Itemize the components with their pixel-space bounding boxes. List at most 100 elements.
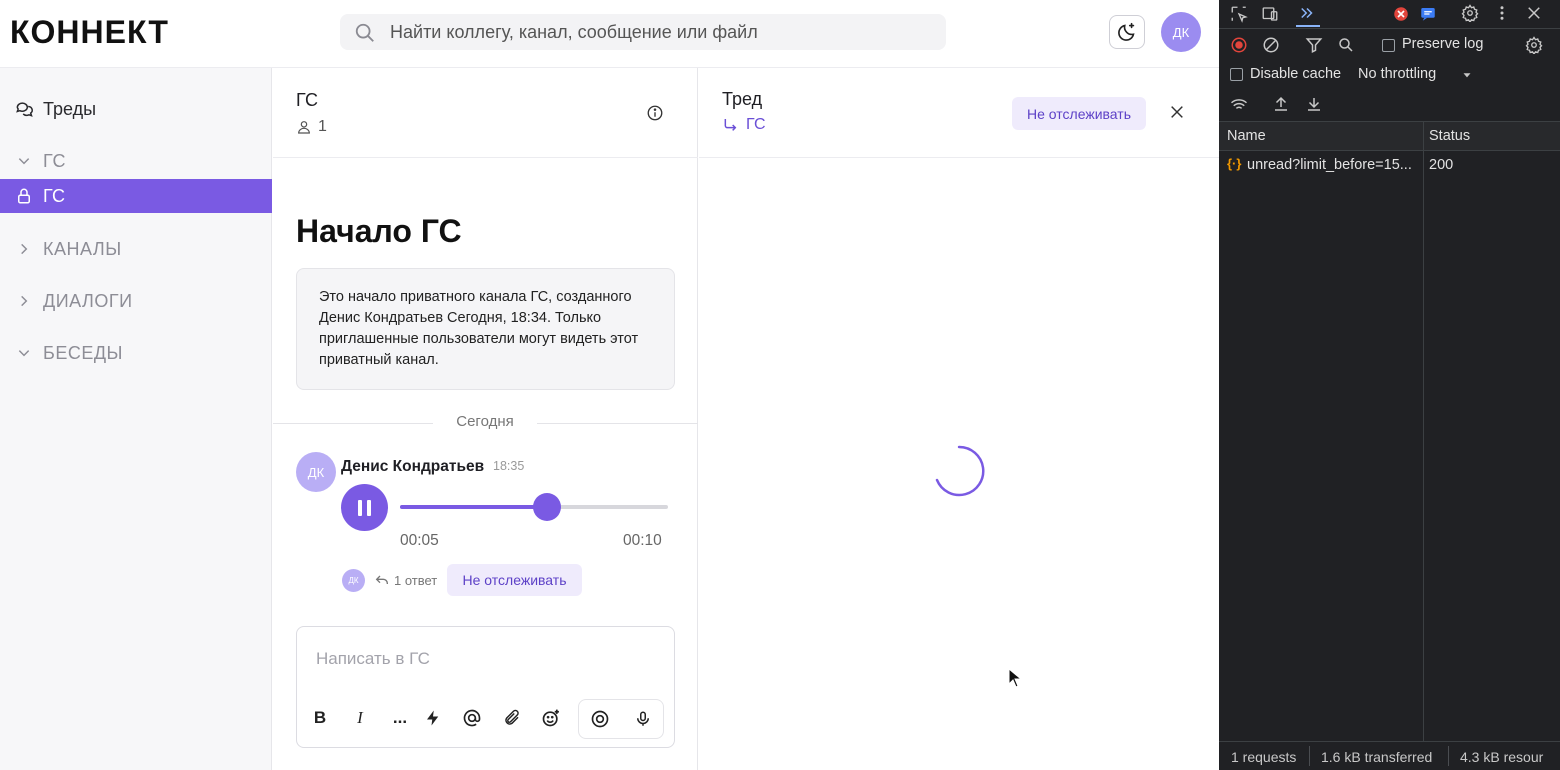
- sidebar-group-label: ГС: [43, 150, 66, 171]
- reply-count-link[interactable]: 1 ответ: [394, 573, 437, 588]
- sidebar-section-conversations[interactable]: БЕСЕДЫ: [0, 336, 272, 370]
- thread-title: Тред: [722, 89, 763, 109]
- chevron-right-icon: [14, 291, 34, 311]
- user-avatar[interactable]: ДК: [1161, 12, 1201, 52]
- channel-start-title: Начало ГС: [296, 213, 462, 249]
- member-count-value: 1: [318, 118, 327, 135]
- mention-icon[interactable]: [461, 707, 483, 729]
- column-status[interactable]: Status: [1429, 128, 1470, 144]
- search-icon[interactable]: [1337, 36, 1355, 54]
- sidebar-section-label: ДИАЛОГИ: [43, 290, 133, 311]
- audio-progress-thumb[interactable]: [533, 493, 562, 521]
- disable-cache-label: Disable cache: [1250, 66, 1342, 82]
- reply-avatar: ДК: [342, 569, 365, 592]
- upload-icon[interactable]: [1272, 95, 1290, 113]
- date-divider: Сегодня: [433, 413, 537, 430]
- video-record-icon[interactable]: [589, 708, 611, 730]
- message-composer[interactable]: Написать в ГС B I ...: [296, 626, 675, 748]
- sidebar-group-gs[interactable]: ГС: [0, 144, 272, 178]
- network-actions-row: [1219, 90, 1560, 120]
- attachment-icon[interactable]: [501, 707, 523, 729]
- dropdown-arrow-icon: [1463, 73, 1471, 78]
- disable-cache-checkbox[interactable]: [1230, 68, 1243, 81]
- chevron-down-icon: [14, 343, 34, 363]
- column-name[interactable]: Name: [1227, 128, 1266, 144]
- network-summary-bar: 1 requests 1.6 kB transferred 4.3 kB res…: [1219, 741, 1560, 770]
- italic-button[interactable]: I: [349, 707, 371, 729]
- lightning-icon[interactable]: [422, 707, 444, 729]
- more-formatting-button[interactable]: ...: [389, 707, 411, 729]
- device-toolbar-icon[interactable]: [1261, 5, 1279, 23]
- settings-gear-icon[interactable]: [1461, 4, 1479, 22]
- unfollow-button[interactable]: Не отслеживать: [1012, 97, 1146, 130]
- thread-panel: Тред ГС Не отслеживать: [699, 68, 1219, 770]
- audio-progress-fill: [400, 505, 548, 509]
- sidebar-section-channels[interactable]: КАНАЛЫ: [0, 232, 272, 266]
- request-status: 200: [1429, 157, 1454, 173]
- sidebar-section-label: КАНАЛЫ: [43, 238, 122, 259]
- download-icon[interactable]: [1305, 95, 1323, 113]
- thread-channel-name: ГС: [746, 116, 766, 133]
- date-divider-line: [537, 423, 698, 424]
- more-tabs-icon[interactable]: [1298, 4, 1316, 22]
- composer-toolbar: B I ...: [297, 697, 674, 741]
- app-logo[interactable]: КОННЕКТ: [10, 14, 169, 51]
- cache-throttle-row: Disable cache No throttling: [1219, 60, 1560, 90]
- arrow-return-icon: [724, 119, 737, 131]
- devtools-panel: Preserve log Disable cache No throttling…: [1219, 0, 1560, 770]
- error-icon[interactable]: [1392, 5, 1410, 23]
- info-icon[interactable]: [646, 104, 664, 122]
- search-icon: [355, 23, 374, 42]
- filter-icon[interactable]: [1305, 36, 1323, 54]
- kebab-menu-icon[interactable]: [1493, 4, 1511, 22]
- record-stop-icon[interactable]: [1230, 36, 1248, 54]
- issues-icon[interactable]: [1419, 5, 1437, 23]
- clear-icon[interactable]: [1262, 36, 1280, 54]
- sidebar-item-threads[interactable]: Треды: [0, 92, 272, 126]
- sidebar-item-gs[interactable]: ГС: [0, 179, 272, 213]
- close-devtools-icon[interactable]: [1525, 4, 1543, 22]
- network-conditions-icon[interactable]: [1230, 96, 1248, 114]
- audio-pause-button[interactable]: [341, 484, 388, 531]
- message-avatar[interactable]: ДК: [296, 452, 336, 492]
- inspect-element-icon[interactable]: [1230, 5, 1248, 23]
- search-input[interactable]: [390, 14, 930, 50]
- chevron-right-icon: [14, 239, 34, 259]
- request-row[interactable]: {·} unread?limit_before=15... 200: [1219, 152, 1560, 178]
- audio-total-time: 00:10: [623, 532, 662, 549]
- mouse-cursor-icon: [1008, 668, 1022, 688]
- preserve-log-checkbox[interactable]: [1382, 39, 1395, 52]
- channel-panel: ГС 1 Начало ГС Это начало приватного кан…: [273, 68, 698, 770]
- record-controls: [578, 699, 664, 739]
- throttling-select[interactable]: No throttling: [1358, 66, 1436, 82]
- channel-intro-text: Это начало приватного канала ГС, созданн…: [296, 268, 675, 390]
- member-count[interactable]: 1: [296, 118, 327, 136]
- active-tab-indicator: [1296, 25, 1320, 27]
- sidebar: Треды ГС ГС КАНАЛЫ ДИАЛОГИ БЕСЕДЫ: [0, 68, 272, 770]
- audio-progress-slider[interactable]: [400, 493, 668, 521]
- preserve-log-label: Preserve log: [1402, 36, 1484, 52]
- fetch-icon: {·}: [1227, 156, 1242, 171]
- threads-icon: [14, 99, 34, 119]
- search-box[interactable]: [340, 14, 946, 50]
- unfollow-thread-button[interactable]: Не отслеживать: [447, 564, 582, 596]
- sidebar-section-dialogs[interactable]: ДИАЛОГИ: [0, 284, 272, 318]
- sidebar-item-label: ГС: [43, 185, 65, 206]
- transferred-size: 1.6 kB transferred: [1321, 749, 1433, 765]
- channel-title: ГС: [296, 90, 318, 110]
- theme-toggle-button[interactable]: [1109, 15, 1145, 49]
- microphone-icon[interactable]: [632, 708, 654, 730]
- thread-channel-link[interactable]: ГС: [722, 116, 766, 134]
- channel-header: ГС 1: [273, 68, 698, 158]
- bold-button[interactable]: B: [309, 707, 331, 729]
- network-settings-icon[interactable]: [1525, 36, 1543, 54]
- lock-icon: [14, 186, 34, 206]
- emoji-icon[interactable]: [540, 707, 562, 729]
- thread-header: Тред ГС Не отслеживать: [699, 68, 1219, 158]
- message-input[interactable]: Написать в ГС: [316, 649, 430, 669]
- network-toolbar: Preserve log: [1219, 28, 1560, 60]
- chevron-down-icon: [14, 151, 34, 171]
- message-author[interactable]: Денис Кондратьев: [341, 458, 484, 476]
- close-icon[interactable]: [1169, 104, 1185, 120]
- messenger-app: КОННЕКТ ДК Треды: [0, 0, 1219, 770]
